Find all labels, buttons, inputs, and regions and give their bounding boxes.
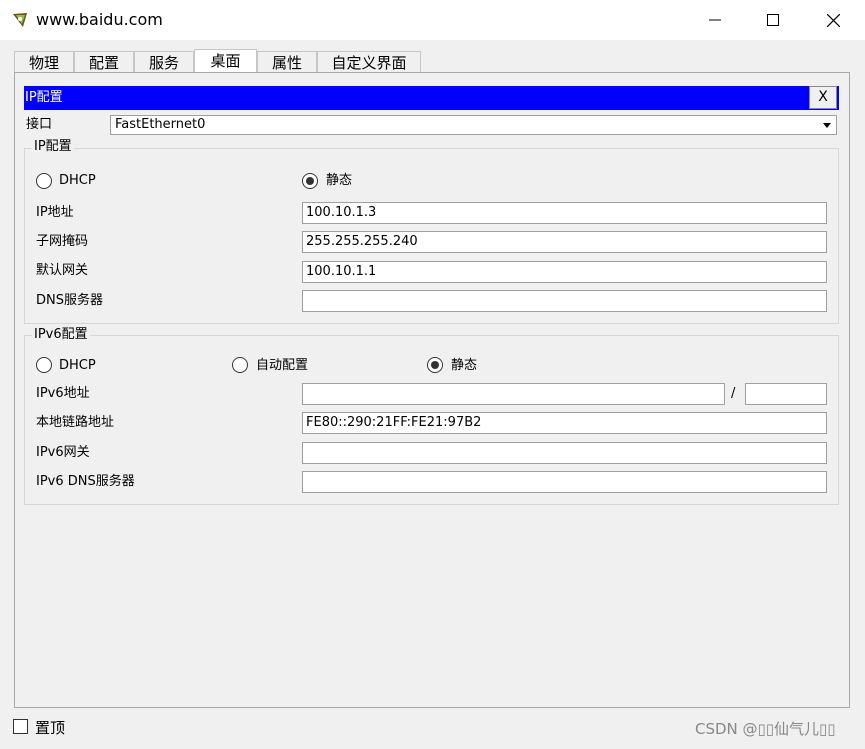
prefix-slash: / <box>731 386 736 401</box>
minimize-button[interactable] <box>686 0 744 40</box>
default-gateway-field[interactable]: 100.10.1.1 <box>302 261 827 283</box>
tab-desktop[interactable]: 桌面 <box>194 49 257 74</box>
ipv6-address-label: IPv6地址 <box>36 386 90 401</box>
dns-server-label: DNS服务器 <box>36 293 103 308</box>
ipv6-dhcp-label: DHCP <box>59 358 96 373</box>
default-gateway-label: 默认网关 <box>36 263 89 278</box>
ipv6-prefix-field[interactable] <box>745 383 827 405</box>
ipv4-group-title: IP配置 <box>32 139 74 155</box>
subnet-mask-label: 子网掩码 <box>36 234 89 249</box>
tab-physical[interactable]: 物理 <box>14 51 74 73</box>
always-on-top-label: 置顶 <box>35 719 66 737</box>
maximize-icon <box>767 14 779 26</box>
ipv6-gateway-label: IPv6网关 <box>36 445 90 460</box>
interface-value: FastEthernet0 <box>115 117 206 132</box>
close-icon <box>826 13 840 27</box>
dns-server-field[interactable] <box>302 290 827 312</box>
maximize-button[interactable] <box>744 0 802 40</box>
ipv6-dns-server-label: IPv6 DNS服务器 <box>36 474 135 489</box>
link-local-address-label: 本地链路地址 <box>36 415 115 430</box>
panel-header: IP配置 <box>24 86 839 110</box>
ipv6-static-radio[interactable] <box>427 357 443 373</box>
watermark: CSDN @▯▯仙气儿▯▯ <box>695 720 836 738</box>
ipv6-address-field[interactable] <box>302 383 725 405</box>
ipv6-dhcp-radio[interactable] <box>36 357 52 373</box>
ipv6-static-label: 静态 <box>451 358 478 373</box>
ipv6-group-title: IPv6配置 <box>32 327 90 343</box>
close-window-button[interactable] <box>804 0 862 40</box>
ipv6-auto-label: 自动配置 <box>256 358 309 373</box>
tab-custom-interface[interactable]: 自定义界面 <box>317 51 421 73</box>
panel-close-button[interactable]: X <box>809 86 837 109</box>
title-bar: www.baidu.com <box>0 0 865 40</box>
ipv4-dhcp-label: DHCP <box>59 173 96 188</box>
ipv6-auto-radio[interactable] <box>232 357 248 373</box>
subnet-mask-field[interactable]: 255.255.255.240 <box>302 231 827 253</box>
ipv6-gateway-field[interactable] <box>302 442 827 464</box>
window-title: www.baidu.com <box>36 10 163 29</box>
ip-address-field[interactable]: 100.10.1.3 <box>302 202 827 224</box>
tab-services[interactable]: 服务 <box>134 51 194 73</box>
minimize-icon <box>709 19 721 21</box>
interface-label: 接口 <box>26 117 53 132</box>
link-local-address-field[interactable]: FE80::290:21FF:FE21:97B2 <box>302 412 827 434</box>
always-on-top-checkbox[interactable] <box>13 719 28 734</box>
ip-address-label: IP地址 <box>36 205 74 220</box>
ipv4-static-label: 静态 <box>326 173 353 188</box>
tab-attributes[interactable]: 属性 <box>257 51 317 73</box>
app-icon <box>13 13 27 27</box>
chevron-down-icon <box>823 123 831 128</box>
ipv6-dns-server-field[interactable] <box>302 471 827 493</box>
interface-select[interactable]: FastEthernet0 <box>110 115 837 135</box>
ipv4-static-radio[interactable] <box>302 173 318 189</box>
ipv4-dhcp-radio[interactable] <box>36 173 52 189</box>
tab-config[interactable]: 配置 <box>74 51 134 73</box>
